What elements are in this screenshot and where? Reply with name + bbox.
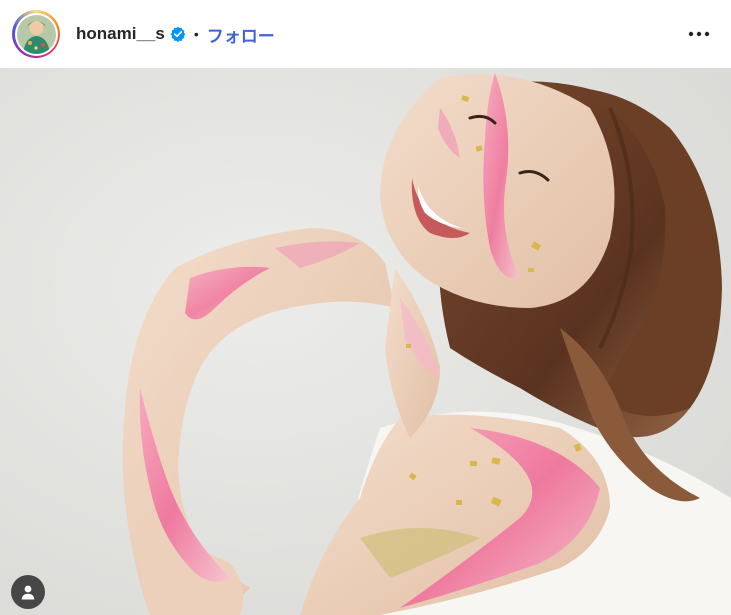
photo-illustration: [0, 68, 731, 615]
username-link[interactable]: honami__s: [76, 24, 165, 44]
avatar[interactable]: [16, 14, 56, 54]
verified-badge-icon: [170, 26, 186, 42]
post-photo[interactable]: [0, 68, 731, 615]
separator-dot: •: [193, 26, 199, 42]
follow-button[interactable]: フォロー: [207, 22, 275, 47]
more-options-icon[interactable]: [685, 24, 713, 44]
post-header: honami__s • フォロー: [0, 0, 731, 68]
avatar-story-ring[interactable]: [12, 10, 60, 58]
instagram-post: honami__s • フォロー: [0, 0, 731, 615]
user-tag-icon[interactable]: [11, 575, 45, 609]
